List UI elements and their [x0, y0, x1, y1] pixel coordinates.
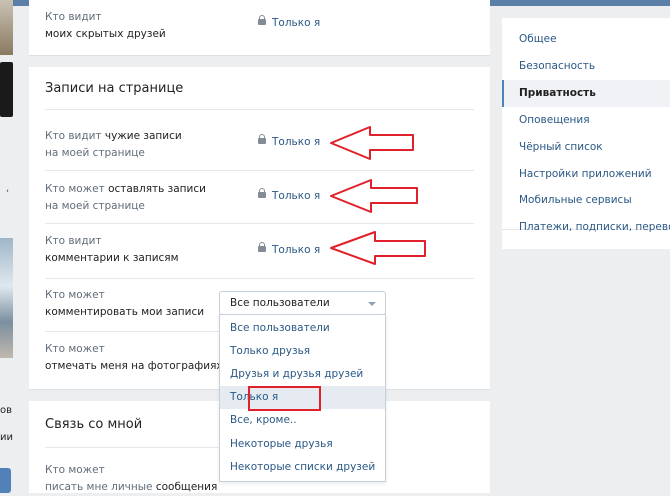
menu-item-notifications[interactable]: Оповещения — [502, 107, 670, 134]
arrow-annotation-3 — [330, 231, 426, 265]
settings-menu: Общее Безопасность Приватность Оповещени… — [502, 18, 670, 249]
arrow-annotation-2 — [330, 179, 418, 213]
menu-item-general[interactable]: Общее — [502, 26, 670, 53]
menu-item-payments[interactable]: Платежи, подписки, переводы — [502, 214, 670, 241]
menu-item-blacklist[interactable]: Чёрный список — [502, 134, 670, 161]
menu-item-app-settings[interactable]: Настройки приложений — [502, 161, 670, 188]
menu-item-security[interactable]: Безопасность — [502, 53, 670, 80]
menu-item-privacy[interactable]: Приватность — [502, 80, 670, 107]
arrow-annotation-1 — [330, 126, 414, 160]
menu-item-mobile[interactable]: Мобильные сервисы — [502, 187, 670, 214]
